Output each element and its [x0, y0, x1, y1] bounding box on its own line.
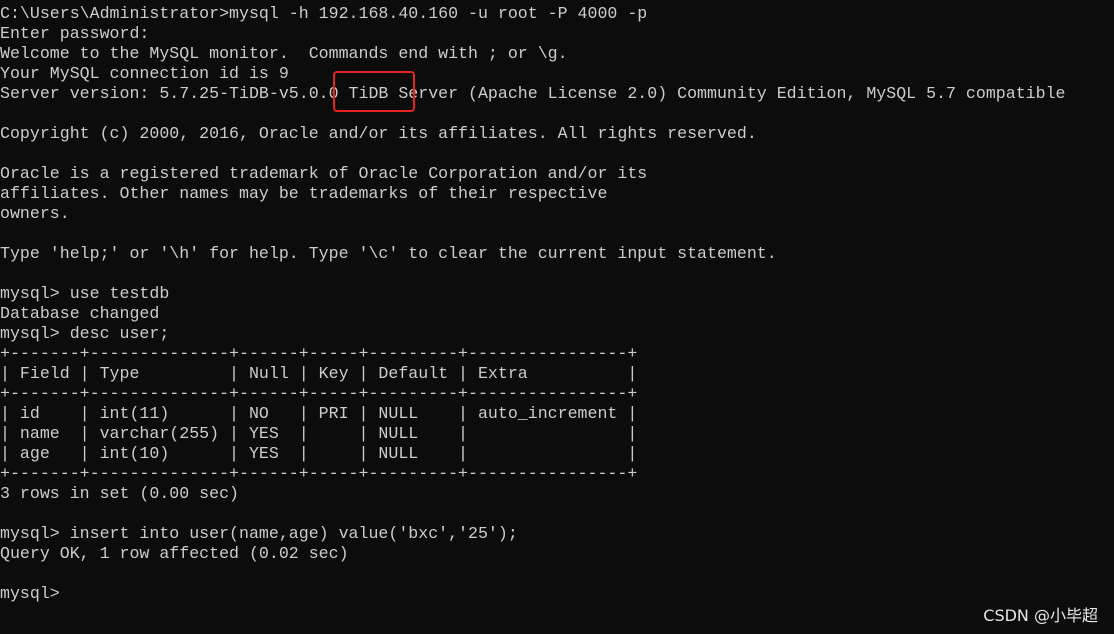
terminal-output[interactable]: C:\Users\Administrator>mysql -h 192.168.… — [0, 4, 1066, 604]
terminal-line: mysql> insert into user(name,age) value(… — [0, 524, 518, 543]
terminal-line: | name | varchar(255) | YES | | NULL | | — [0, 424, 638, 443]
terminal-line: affiliates. Other names may be trademark… — [0, 184, 608, 203]
terminal-line: +-------+--------------+------+-----+---… — [0, 384, 638, 403]
terminal-line: mysql> use testdb — [0, 284, 170, 303]
terminal-line: Server version: 5.7.25-TiDB-v5.0.0 TiDB … — [0, 84, 1066, 103]
watermark: CSDN @小毕超 — [983, 606, 1098, 625]
terminal-line: +-------+--------------+------+-----+---… — [0, 344, 638, 363]
terminal-line: Query OK, 1 row affected (0.02 sec) — [0, 544, 349, 563]
terminal-line: mysql> desc user; — [0, 324, 170, 343]
terminal-line: | id | int(11) | NO | PRI | NULL | auto_… — [0, 404, 638, 423]
terminal-line: mysql> — [0, 584, 60, 603]
terminal-line: Copyright (c) 2000, 2016, Oracle and/or … — [0, 124, 757, 143]
highlight-box — [333, 71, 415, 112]
terminal-line: Your MySQL connection id is 9 — [0, 64, 289, 83]
terminal-line: Database changed — [0, 304, 160, 323]
terminal-line: +-------+--------------+------+-----+---… — [0, 464, 638, 483]
terminal-line: | Field | Type | Null | Key | Default | … — [0, 364, 638, 383]
terminal-line: Enter password: — [0, 24, 150, 43]
terminal-line: C:\Users\Administrator>mysql -h 192.168.… — [0, 4, 648, 23]
terminal-line: Welcome to the MySQL monitor. Commands e… — [0, 44, 568, 63]
terminal-line: Oracle is a registered trademark of Orac… — [0, 164, 648, 183]
terminal-line: Type 'help;' or '\h' for help. Type '\c'… — [0, 244, 777, 263]
terminal-line: | age | int(10) | YES | | NULL | | — [0, 444, 638, 463]
terminal-line: owners. — [0, 204, 70, 223]
terminal-line: 3 rows in set (0.00 sec) — [0, 484, 239, 503]
